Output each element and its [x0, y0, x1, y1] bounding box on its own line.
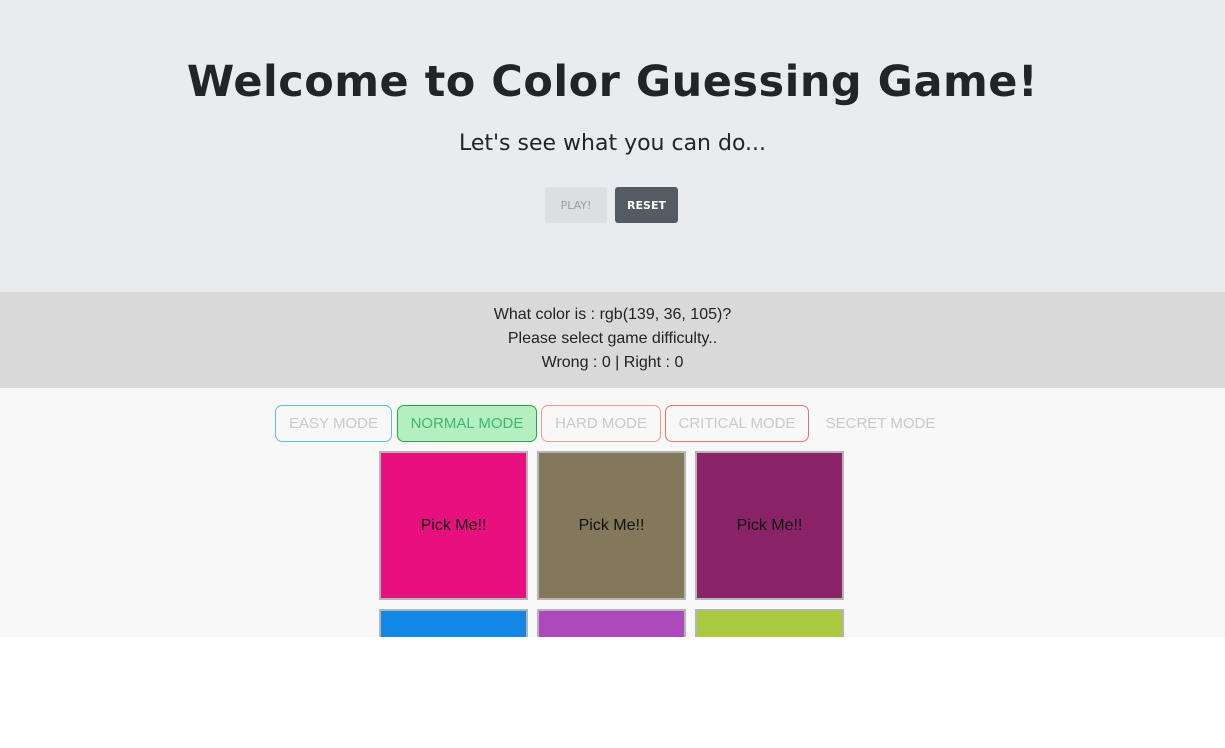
- instruction-text: Please select game difficulty..: [507, 330, 718, 347]
- status-bar: What color is : rgb(139, 36, 105)? Pleas…: [0, 292, 1225, 388]
- page-subtitle: Let's see what you can do...: [458, 131, 767, 156]
- score-text: Wrong : 0 | Right : 0: [541, 354, 684, 371]
- color-tile[interactable]: [379, 609, 528, 637]
- color-tile[interactable]: [695, 609, 844, 637]
- page-title: Welcome to Color Guessing Game!: [186, 57, 1039, 107]
- play-button[interactable]: PLAY!: [545, 187, 607, 223]
- color-tile[interactable]: Pick Me!!: [379, 451, 528, 600]
- critical-mode-button[interactable]: CRITICAL MODE: [665, 405, 809, 442]
- normal-mode-button[interactable]: NORMAL MODE: [397, 405, 537, 442]
- question-text: What color is : rgb(139, 36, 105)?: [493, 306, 732, 323]
- color-tile[interactable]: Pick Me!!: [695, 451, 844, 600]
- hard-mode-button[interactable]: HARD MODE: [541, 405, 661, 442]
- easy-mode-button[interactable]: EASY MODE: [275, 405, 392, 442]
- reset-button[interactable]: RESET: [615, 187, 678, 223]
- header-jumbotron: Welcome to Color Guessing Game! Let's se…: [0, 0, 1225, 292]
- color-tile[interactable]: [537, 609, 686, 637]
- game-viewport: Welcome to Color Guessing Game! Let's se…: [0, 0, 1225, 637]
- secret-mode-button[interactable]: SECRET MODE: [813, 405, 948, 442]
- color-tile[interactable]: Pick Me!!: [537, 451, 686, 600]
